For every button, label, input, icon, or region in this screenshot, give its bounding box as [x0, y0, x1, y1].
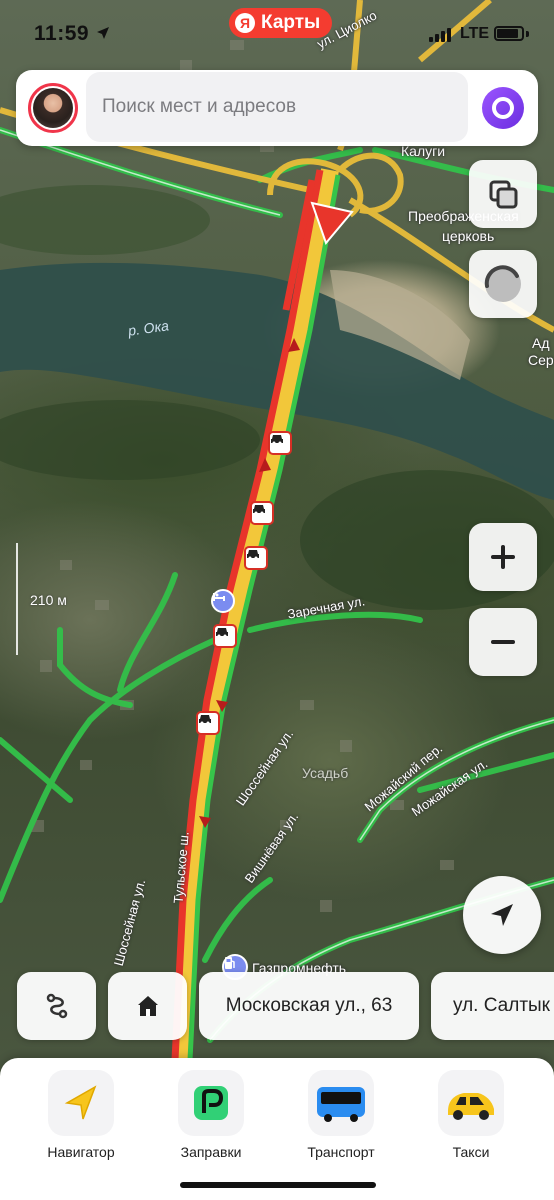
scale-label: 210 м: [30, 592, 67, 608]
zoom-out-button[interactable]: [469, 608, 537, 676]
edge-label-2: Сер: [528, 352, 554, 368]
app-brand-label: Карты: [261, 12, 321, 33]
yandex-logo-icon: Я: [235, 13, 255, 33]
battery-cap: [526, 31, 529, 37]
user-avatar[interactable]: [28, 83, 78, 133]
saved-address-chip-1[interactable]: Московская ул., 63: [199, 972, 419, 1040]
search-input[interactable]: [86, 72, 468, 142]
layers-icon: [489, 180, 518, 209]
service-navigator[interactable]: Навигатор: [36, 1070, 126, 1160]
route-icon: [46, 993, 67, 1019]
service-taxi-label: Такси: [452, 1144, 490, 1160]
traffic-incident-icon[interactable]: [268, 431, 292, 455]
traffic-incident-icon[interactable]: [250, 501, 274, 525]
fuel-station-icon: [178, 1070, 244, 1136]
saved-address-chip-2[interactable]: ул. Салтык: [431, 972, 554, 1040]
app-brand-badge: Я Карты: [229, 8, 333, 38]
home-indicator[interactable]: [180, 1182, 376, 1188]
location-services-icon: [97, 27, 109, 39]
hotel-poi-icon[interactable]: [211, 589, 235, 613]
status-time: 11:59: [34, 22, 90, 45]
layers-button[interactable]: [469, 160, 537, 228]
bus-icon: [308, 1070, 374, 1136]
minus-icon: [491, 640, 515, 644]
my-location-button[interactable]: [463, 876, 541, 954]
route-button[interactable]: [17, 972, 96, 1040]
status-bar: 11:59 Я Карты LTE: [0, 0, 554, 70]
saved-address-label-1: Московская ул., 63: [225, 995, 393, 1016]
navigation-arrow-icon: [491, 904, 513, 926]
traffic-button[interactable]: [469, 250, 537, 318]
taxi-car-icon: [438, 1070, 504, 1136]
edge-label-1: Ад: [532, 335, 550, 351]
saved-address-label-2: ул. Салтык: [453, 995, 550, 1016]
traffic-incident-icon[interactable]: [196, 711, 220, 735]
traffic-incident-icon[interactable]: [213, 624, 237, 648]
zoom-in-button[interactable]: [469, 523, 537, 591]
alice-icon: [492, 97, 514, 119]
service-transport-label: Транспорт: [307, 1144, 375, 1160]
service-navigator-label: Навигатор: [47, 1144, 115, 1160]
services-sheet: Навигатор Заправки Транспорт Такси: [0, 1058, 554, 1200]
service-fuel-label: Заправки: [180, 1144, 242, 1160]
battery-icon: [494, 26, 524, 41]
service-taxi[interactable]: Такси: [426, 1070, 516, 1160]
traffic-incident-icon[interactable]: [244, 546, 268, 570]
poi-label-church-2: церковь: [442, 228, 495, 244]
scale-bar: [16, 543, 18, 655]
plus-icon: [491, 545, 515, 569]
home-icon: [137, 996, 158, 1016]
cellular-signal-icon: [429, 28, 451, 42]
network-type-label: LTE: [460, 25, 490, 42]
home-button[interactable]: [108, 972, 187, 1040]
service-transport[interactable]: Транспорт: [296, 1070, 386, 1160]
voice-assistant-button[interactable]: [482, 87, 524, 129]
search-card: [16, 70, 538, 146]
area-label-usadby: Усадьб: [302, 765, 349, 781]
traffic-speedometer-icon: [484, 265, 521, 302]
service-fuel[interactable]: Заправки: [166, 1070, 256, 1160]
navigator-arrow-icon: [48, 1070, 114, 1136]
